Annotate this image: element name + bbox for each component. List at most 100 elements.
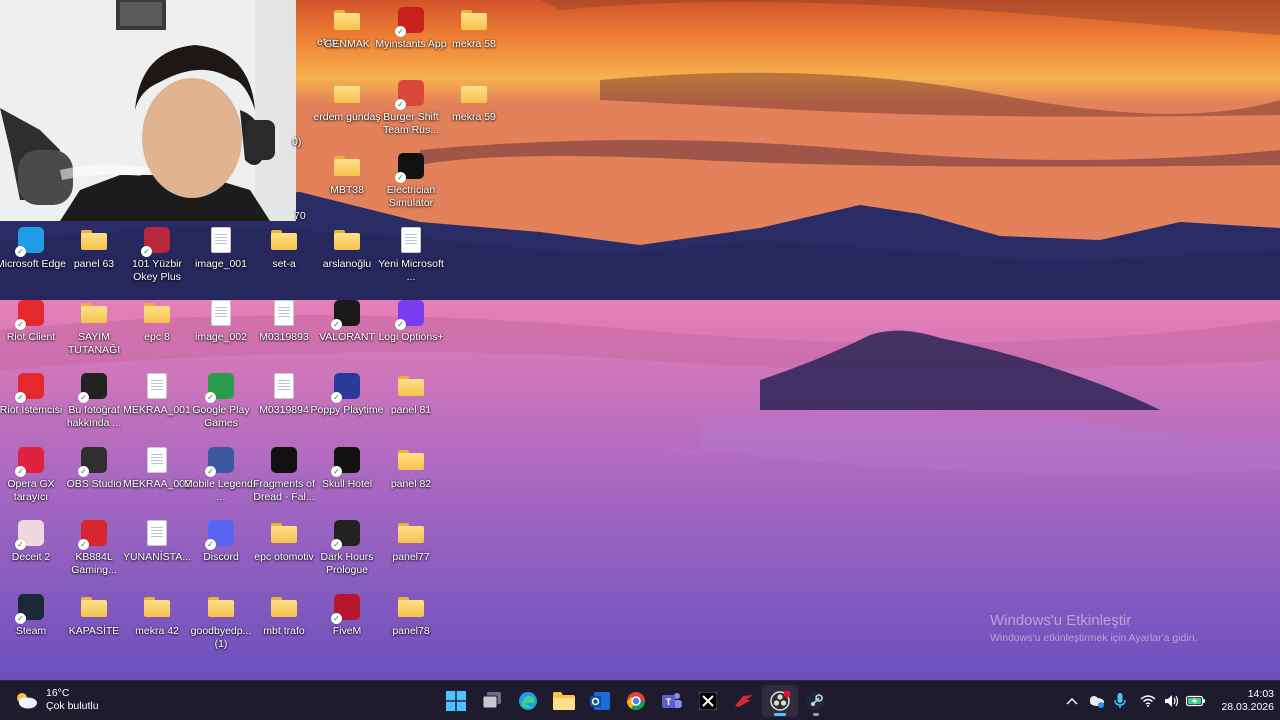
taskbar-obs-button[interactable] <box>762 685 798 717</box>
desktop-icon-epc-otomotiv[interactable]: epc otomotiv <box>252 517 316 589</box>
desktop-icon-yeni-microsoft[interactable]: Yeni Microsoft ... <box>378 224 444 296</box>
desktop-icon-kapasi-te[interactable]: KAPASİTE <box>62 591 126 663</box>
taskbar-x-button[interactable] <box>690 685 726 717</box>
folder-icon <box>460 79 488 107</box>
onedrive-tray-button[interactable] <box>1084 689 1108 713</box>
activation-watermark: Windows'u Etkinleştir Windows'u etkinleş… <box>990 612 1197 644</box>
shortcut-check-icon: ✓ <box>331 539 342 550</box>
desktop-icon-arslano-lu[interactable]: arslanoğlu <box>315 224 379 296</box>
desktop-icon-label: panel 81 <box>390 404 432 416</box>
folder-icon <box>553 692 575 710</box>
task-view-button[interactable] <box>474 685 510 717</box>
volume-tray-button[interactable] <box>1160 689 1184 713</box>
desktop-icon-kb884l-gaming[interactable]: ✓ KB884L Gaming... <box>62 517 126 589</box>
desktop-icon-panel-82[interactable]: panel 82 <box>379 444 443 516</box>
watermark-subtitle: Windows'u etkinleştirmek için Ayarlar'a … <box>990 632 1198 644</box>
windows-logo-icon <box>446 691 466 711</box>
deceit-2-app-icon: ✓ <box>15 519 45 550</box>
desktop-icon-panel-63[interactable]: panel 63 <box>62 224 126 296</box>
shortcut-check-icon: ✓ <box>15 466 26 477</box>
desktop-icon-panel77[interactable]: panel77 <box>379 517 443 589</box>
desktop-icon-steam[interactable]: ✓ Steam <box>0 591 63 663</box>
show-hidden-icons-button[interactable] <box>1060 689 1084 713</box>
microphone-tray-button[interactable] <box>1108 689 1132 713</box>
desktop-icon-mekra-58[interactable]: mekra 58 <box>442 4 506 76</box>
taskbar-file-explorer-button[interactable] <box>546 685 582 717</box>
desktop-icon-riot-i-stemcisi[interactable]: ✓ Riot İstemcisi <box>0 370 63 442</box>
desktop-icon-discord[interactable]: ✓ Discord <box>189 517 253 589</box>
desktop-icon-label: 70 <box>294 210 306 222</box>
desktop-icon-riot-client[interactable]: ✓ Riot Client <box>0 297 63 369</box>
desktop-icon-70[interactable]: 70 <box>294 178 316 250</box>
desktop-icon-bu-foto-raf-hakk-nda[interactable]: ✓ Bu fotoğraf hakkında ... <box>62 370 126 442</box>
desktop-icon-101-y-zbir-okey-plus[interactable]: ✓ 101 Yüzbir Okey Plus <box>125 224 189 296</box>
desktop-icon-image-001[interactable]: image_001 <box>189 224 253 296</box>
desktop-icon-m0319893[interactable]: M0319893 <box>252 297 316 369</box>
desktop-icon-google-play-games[interactable]: ✓ Google Play Games <box>189 370 253 442</box>
battery-tray-button[interactable] <box>1184 689 1208 713</box>
desktop-icon-mobile-legends[interactable]: ✓ Mobile Legends ... <box>184 444 258 516</box>
discord-app-icon: ✓ <box>205 519 235 550</box>
desktop-icon-mekraa-001[interactable]: MEKRAA_001 <box>123 370 191 442</box>
desktop-icon-erdem-g-nda[interactable]: erdem gündaş <box>313 77 381 149</box>
desktop-icon-m0319894[interactable]: M0319894 <box>252 370 316 442</box>
network-tray-button[interactable] <box>1136 689 1160 713</box>
desktop-icon-deceit-2[interactable]: ✓ Deceit 2 <box>0 517 63 589</box>
desktop-icon-sayim-tutana-i[interactable]: SAYIM TUTANAĞI <box>62 297 126 369</box>
shortcut-check-icon: ✓ <box>15 613 26 624</box>
desktop-icon-fragments-of-dread-fal[interactable]: Fragments of Dread - Fal... <box>252 444 316 516</box>
taskbar-clock[interactable]: 14:03 28.03.2026 <box>1206 688 1274 714</box>
desktop-icon-label: 0) <box>292 136 302 148</box>
desktop-icon-myinstants-app[interactable]: ✓ Myinstants App <box>375 4 447 76</box>
desktop-icon-valorant[interactable]: ✓ VALORANT <box>315 297 379 369</box>
desktop-icon-opera-gx-taray-c[interactable]: ✓ Opera GX tarayıcı <box>0 444 63 516</box>
folder-icon <box>80 226 108 254</box>
opera-gx-taray-c-app-icon: ✓ <box>15 446 45 477</box>
folder-icon <box>270 519 298 547</box>
desktop-icon-mbt38[interactable]: MBT38 <box>315 150 379 222</box>
101-y-zbir-okey-plus-app-icon: ✓ <box>141 226 171 257</box>
desktop-icon-image-002[interactable]: image_002 <box>189 297 253 369</box>
desktop-icon-goodbyedp-1[interactable]: goodbyedp... (1) <box>189 591 253 663</box>
desktop-icon-panel78[interactable]: panel78 <box>379 591 443 663</box>
desktop-icon-epc-8[interactable]: epc 8 <box>125 297 189 369</box>
desktop-icon-poppy-playtime[interactable]: ✓ Poppy Playtime <box>311 370 383 442</box>
volume-icon <box>1165 695 1179 707</box>
desktop-icon-fivem[interactable]: ✓ FiveM <box>315 591 379 663</box>
desktop-icon-dark-hours-prologue[interactable]: ✓ Dark Hours Prologue <box>315 517 379 589</box>
folder-icon <box>80 299 108 327</box>
desktop-icon-mekraa-002[interactable]: MEKRAA_002 <box>123 444 191 516</box>
desktop-icon-mbt-trafo[interactable]: mbt trafo <box>252 591 316 663</box>
start-button[interactable] <box>438 685 474 717</box>
taskbar-gaming-button[interactable] <box>726 685 762 717</box>
desktop-icon-skull-hotel[interactable]: ✓ Skull Hotel <box>315 444 379 516</box>
task-view-icon <box>482 692 501 709</box>
desktop-icon-yunani-sta[interactable]: YUNANİSTA... <box>123 517 191 589</box>
taskbar-teams-button[interactable]: T <box>654 685 690 717</box>
mobile-legends-app-icon: ✓ <box>205 446 235 477</box>
desktop-icon-mekra-42[interactable]: mekra 42 <box>125 591 189 663</box>
riot-i-stemcisi-app-icon: ✓ <box>15 372 45 403</box>
shortcut-check-icon: ✓ <box>395 319 406 330</box>
taskbar-outlook-button[interactable] <box>582 685 618 717</box>
desktop-icon-label: mekra 58 <box>452 38 496 50</box>
desktop-icon-0[interactable]: 0) <box>292 104 314 176</box>
taskbar-chrome-button[interactable] <box>618 685 654 717</box>
weather-widget[interactable]: 16°C Çok bulutlu <box>14 687 99 713</box>
shortcut-check-icon: ✓ <box>205 392 216 403</box>
desktop-icon-burger-shift-team-rus[interactable]: ✓ Burger Shift Team Rus... <box>379 77 443 149</box>
taskbar-edge-button[interactable] <box>510 685 546 717</box>
desktop-icon-electrician-simulator[interactable]: ✓ Electrician Simulator <box>379 150 443 222</box>
shortcut-check-icon: ✓ <box>331 392 342 403</box>
skull-hotel-app-icon: ✓ <box>331 446 361 477</box>
desktop-icon-logi-options[interactable]: ✓ Logi Options+ <box>378 297 444 369</box>
desktop-icon-obs-studio[interactable]: ✓ OBS Studio <box>62 444 126 516</box>
shortcut-check-icon: ✓ <box>205 539 216 550</box>
taskbar-steam-button[interactable] <box>798 685 834 717</box>
desktop-icon-panel-81[interactable]: panel 81 <box>379 370 443 442</box>
desktop-icon-genmak[interactable]: GENMAK <box>315 4 379 76</box>
folder-icon <box>333 79 361 107</box>
desktop-icon-microsoft-edge[interactable]: ✓ Microsoft Edge <box>0 224 66 296</box>
obs-icon <box>770 690 791 711</box>
desktop-icon-mekra-59[interactable]: mekra 59 <box>442 77 506 149</box>
